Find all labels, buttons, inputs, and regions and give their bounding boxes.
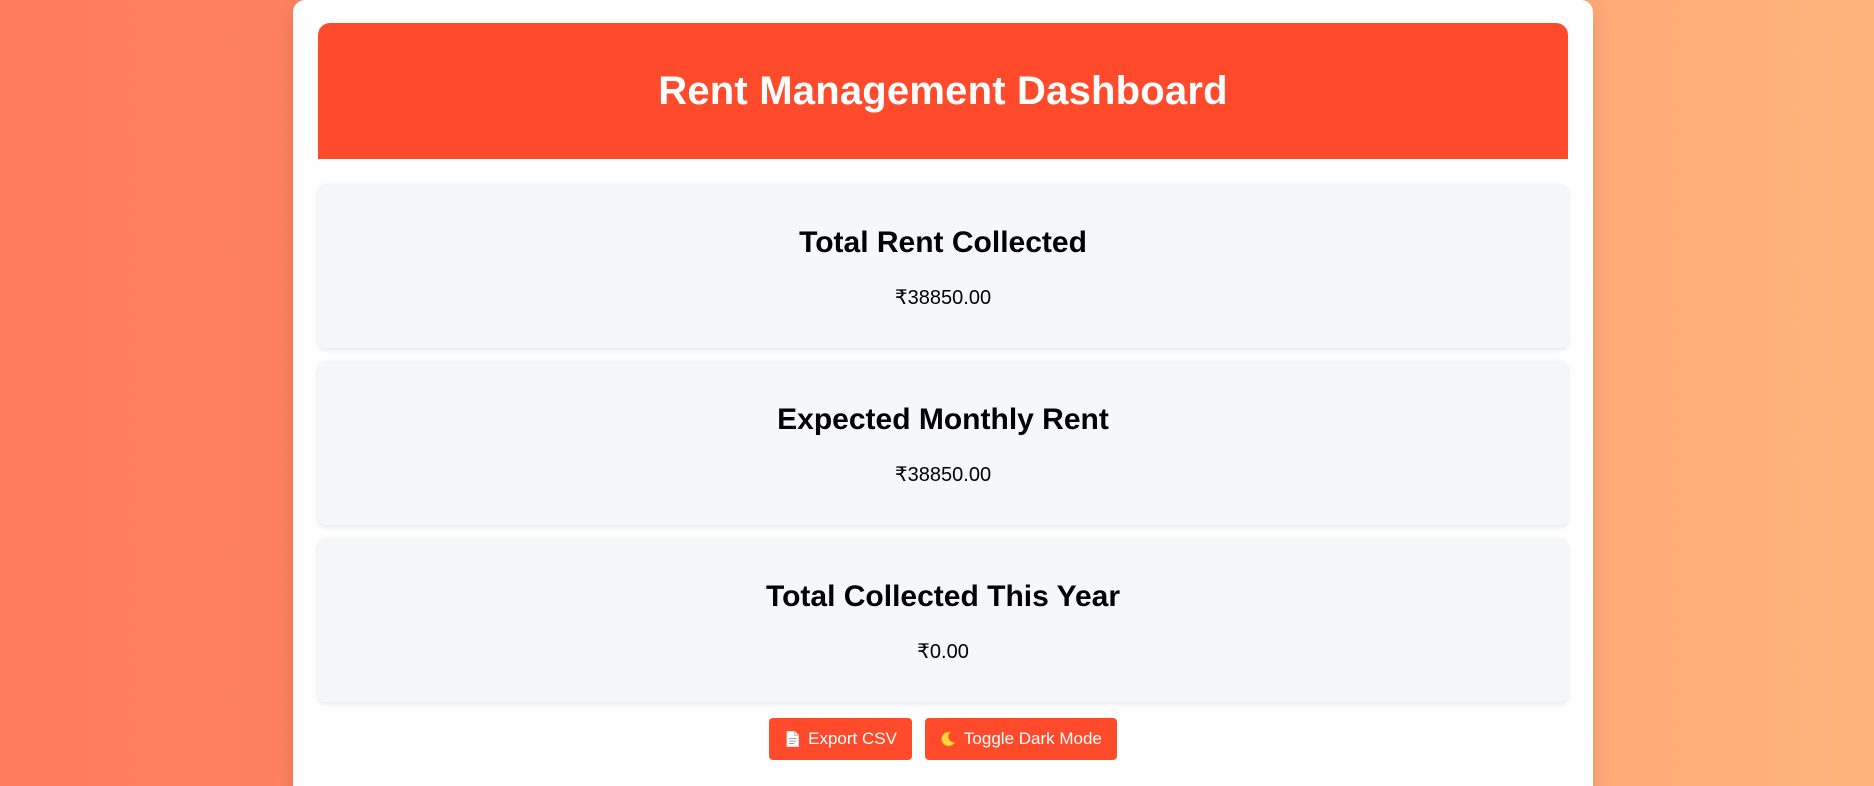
card-title: Expected Monthly Rent bbox=[777, 403, 1109, 436]
dashboard-container: Rent Management Dashboard Total Rent Col… bbox=[293, 0, 1593, 786]
total-rent-collected-card: Total Rent Collected ₹38850.00 bbox=[318, 184, 1568, 348]
card-value: ₹38850.00 bbox=[894, 464, 992, 486]
action-buttons: Export CSV Toggle Dark Mode bbox=[293, 718, 1593, 760]
card-title: Total Rent Collected bbox=[799, 226, 1087, 259]
page-title: Rent Management Dashboard bbox=[658, 68, 1228, 113]
export-csv-label: Export CSV bbox=[808, 729, 897, 748]
document-icon bbox=[784, 730, 800, 748]
moon-icon bbox=[940, 730, 956, 748]
export-csv-button[interactable]: Export CSV bbox=[769, 718, 912, 760]
card-title: Total Collected This Year bbox=[766, 580, 1120, 613]
toggle-dark-mode-label: Toggle Dark Mode bbox=[963, 729, 1102, 748]
total-collected-this-year-card: Total Collected This Year ₹0.00 bbox=[318, 538, 1568, 702]
card-value: ₹38850.00 bbox=[894, 287, 992, 309]
dashboard-header: Rent Management Dashboard bbox=[318, 23, 1568, 159]
expected-monthly-rent-card: Expected Monthly Rent ₹38850.00 bbox=[318, 361, 1568, 525]
toggle-dark-mode-button[interactable]: Toggle Dark Mode bbox=[924, 718, 1117, 760]
card-value: ₹0.00 bbox=[917, 641, 969, 663]
